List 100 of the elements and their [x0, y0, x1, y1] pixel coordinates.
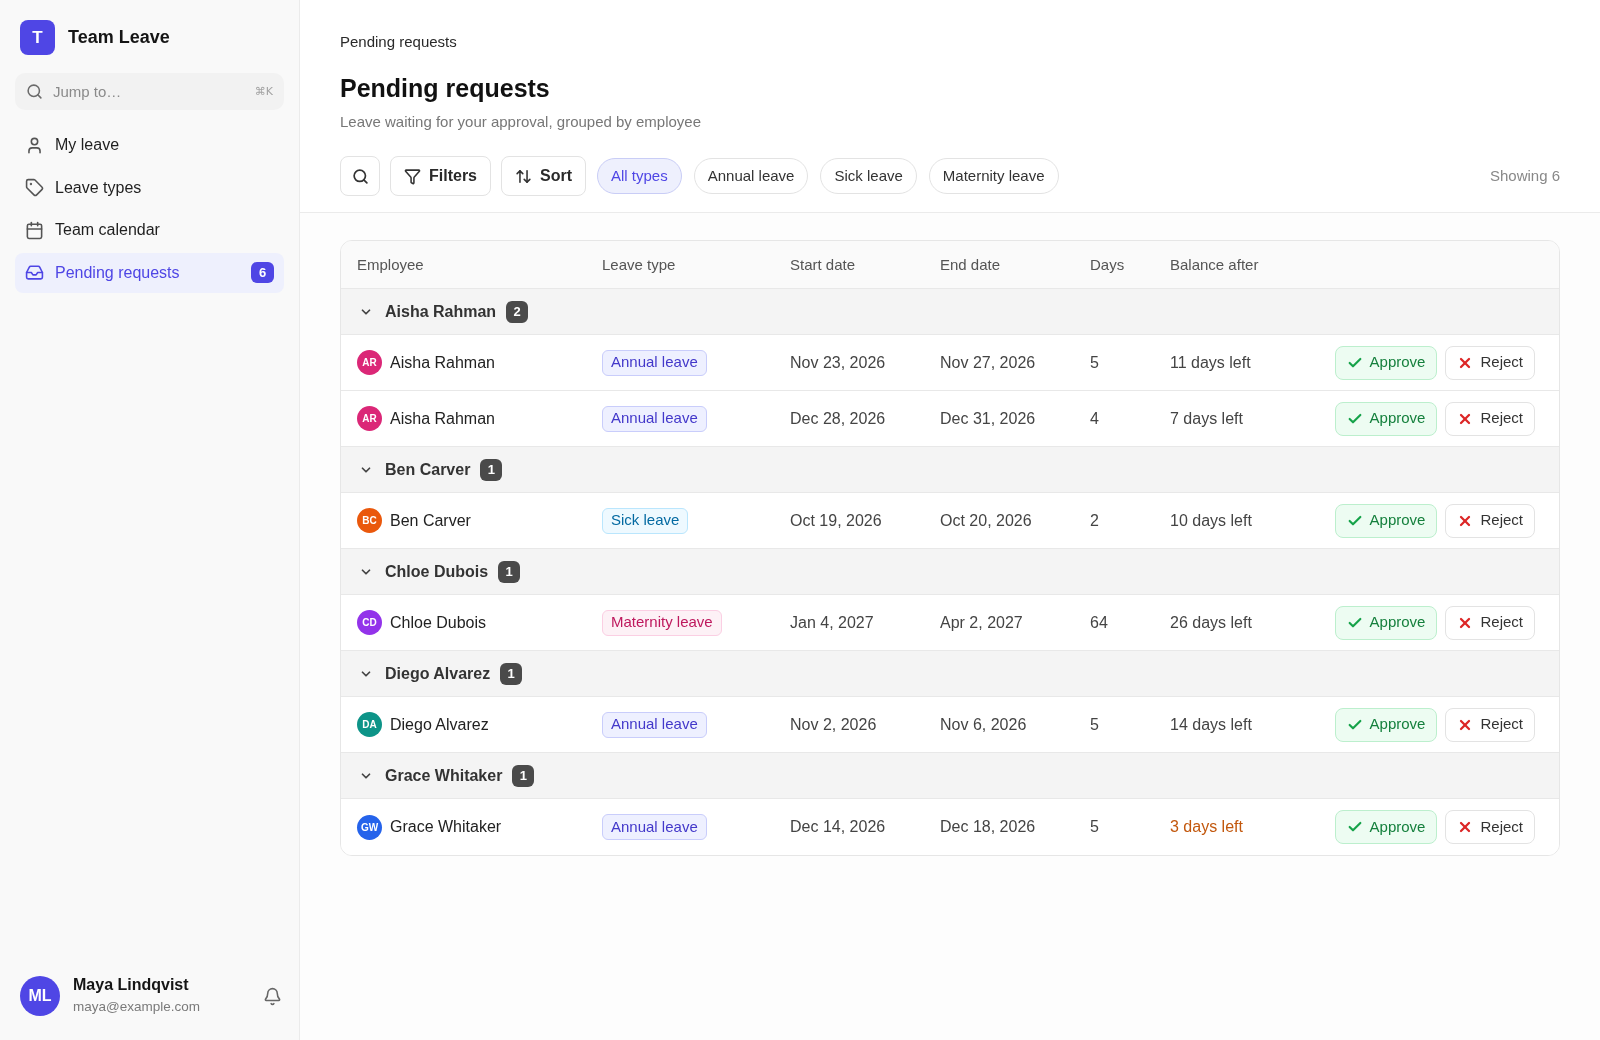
leave-type-tag: Annual leave — [602, 405, 707, 432]
avatar: GW — [357, 814, 382, 840]
employee-name: Diego Alvarez — [390, 714, 489, 735]
nav-item[interactable]: My leave — [15, 125, 284, 165]
employee-name: Grace Whitaker — [390, 817, 502, 837]
search-icon — [351, 167, 369, 185]
approve-button[interactable]: Approve — [1334, 605, 1438, 640]
table-cell: Jan 4, 2027 — [790, 613, 874, 631]
count-badge: 1 — [498, 560, 521, 583]
leave-type-tag: Maternity leave — [602, 609, 722, 636]
inbox-icon — [25, 263, 44, 282]
count-badge: 1 — [480, 458, 503, 481]
app-name: Team Leave — [68, 26, 170, 49]
table-cell: 5 — [1090, 353, 1099, 371]
reject-button[interactable]: Reject — [1445, 707, 1535, 742]
sort-button[interactable]: Sort — [501, 156, 586, 196]
table-cell: 64 — [1090, 613, 1108, 631]
up-down-arrows-icon — [515, 167, 532, 185]
table-cell: Oct 20, 2026 — [940, 511, 1032, 529]
group-name: Diego Alvarez — [385, 663, 491, 684]
table-cell: Dec 31, 2026 — [940, 409, 1036, 427]
reject-button[interactable]: Reject — [1445, 810, 1535, 844]
person-icon — [25, 135, 44, 155]
nav-item[interactable]: Team calendar — [15, 210, 284, 250]
nav-item[interactable]: Leave types — [15, 167, 284, 208]
table-cell: Nov 6, 2026 — [940, 715, 1027, 733]
count-badge: 1 — [500, 662, 523, 685]
page-subtitle: Leave waiting for your approval, grouped by employee — [340, 112, 702, 132]
column-header: Leave type — [602, 255, 676, 273]
employee-name: Aisha Rahman — [390, 352, 495, 373]
employee-name: Ben Carver — [390, 510, 471, 531]
group-name: Grace Whitaker — [385, 765, 503, 786]
bell-icon — [263, 986, 282, 1006]
table-cell: Nov 27, 2026 — [940, 353, 1036, 371]
user-email: maya@example.com — [73, 998, 200, 1016]
notifications-button[interactable] — [263, 986, 282, 1006]
employee-name: Aisha Rahman — [390, 408, 495, 429]
approve-button[interactable]: Approve — [1334, 707, 1438, 742]
table-cell: Dec 14, 2026 — [790, 818, 886, 835]
avatar: AR — [357, 350, 382, 375]
approve-button[interactable]: Approve — [1334, 503, 1438, 538]
filters-button[interactable]: Filters — [390, 156, 491, 196]
filter-chip[interactable]: Annual leave — [693, 158, 809, 194]
column-header: Employee — [357, 255, 424, 273]
table-cell: 5 — [1090, 818, 1099, 835]
employee-name: Chloe Dubois — [390, 612, 487, 633]
reject-button[interactable]: Reject — [1445, 503, 1535, 538]
column-header: End date — [940, 255, 1001, 273]
result-count: Showing 6 — [1489, 165, 1560, 186]
table-cell: Nov 23, 2026 — [790, 353, 886, 371]
table-cell: 2 — [1090, 511, 1099, 529]
count-badge: 1 — [512, 764, 535, 787]
table-cell: 3 days left — [1170, 818, 1243, 835]
filter-chip[interactable]: All types — [597, 158, 682, 194]
avatar: CD — [357, 610, 382, 635]
approve-button[interactable]: Approve — [1334, 345, 1438, 380]
shortcut-hint: ⌘K — [254, 84, 273, 100]
avatar: AR — [357, 406, 382, 431]
funnel-icon — [404, 167, 421, 185]
table-cell: 14 days left — [1170, 715, 1252, 733]
reject-button[interactable]: Reject — [1445, 401, 1535, 436]
reject-button[interactable]: Reject — [1445, 345, 1535, 380]
leave-type-tag: Annual leave — [602, 814, 707, 840]
table-cell: 10 days left — [1170, 511, 1252, 529]
app-logo: T — [20, 20, 55, 55]
column-header: Balance after — [1170, 255, 1259, 273]
group-name: Aisha Rahman — [385, 301, 497, 322]
count-badge: 2 — [506, 300, 529, 323]
table-cell: Apr 2, 2027 — [940, 613, 1023, 631]
table-cell: Dec 18, 2026 — [940, 818, 1036, 835]
table-cell: Dec 28, 2026 — [790, 409, 886, 427]
column-header: Days — [1090, 255, 1125, 273]
leave-type-tag: Annual leave — [602, 711, 707, 738]
table-cell: 7 days left — [1170, 409, 1243, 427]
user-avatar: ML — [20, 976, 60, 1016]
user-name: Maya Lindqvist — [73, 975, 189, 995]
tag-icon — [25, 178, 44, 197]
column-header: Start date — [790, 255, 856, 273]
avatar: BC — [357, 508, 382, 533]
search-icon — [26, 83, 43, 100]
filter-chip[interactable]: Maternity leave — [928, 158, 1059, 194]
calendar-icon — [25, 220, 44, 240]
page-title: Pending requests — [340, 73, 550, 104]
nav-item[interactable]: Pending requests 6 — [15, 252, 284, 293]
search-button[interactable] — [340, 156, 380, 196]
table-cell: 5 — [1090, 715, 1099, 733]
table-cell: 4 — [1090, 409, 1099, 427]
approve-button[interactable]: Approve — [1334, 810, 1438, 844]
table-cell: Oct 19, 2026 — [790, 511, 882, 529]
approve-button[interactable]: Approve — [1334, 401, 1438, 436]
breadcrumb: Pending requests — [340, 32, 457, 52]
leave-type-tag: Sick leave — [602, 507, 689, 534]
group-name: Ben Carver — [385, 459, 471, 480]
avatar: DA — [357, 712, 382, 737]
count-badge: 6 — [251, 262, 274, 283]
leave-type-tag: Annual leave — [602, 349, 707, 376]
reject-button[interactable]: Reject — [1445, 605, 1535, 640]
table-cell: 26 days left — [1170, 613, 1252, 631]
filter-chip[interactable]: Sick leave — [820, 158, 917, 194]
table-cell: Nov 2, 2026 — [790, 715, 877, 733]
